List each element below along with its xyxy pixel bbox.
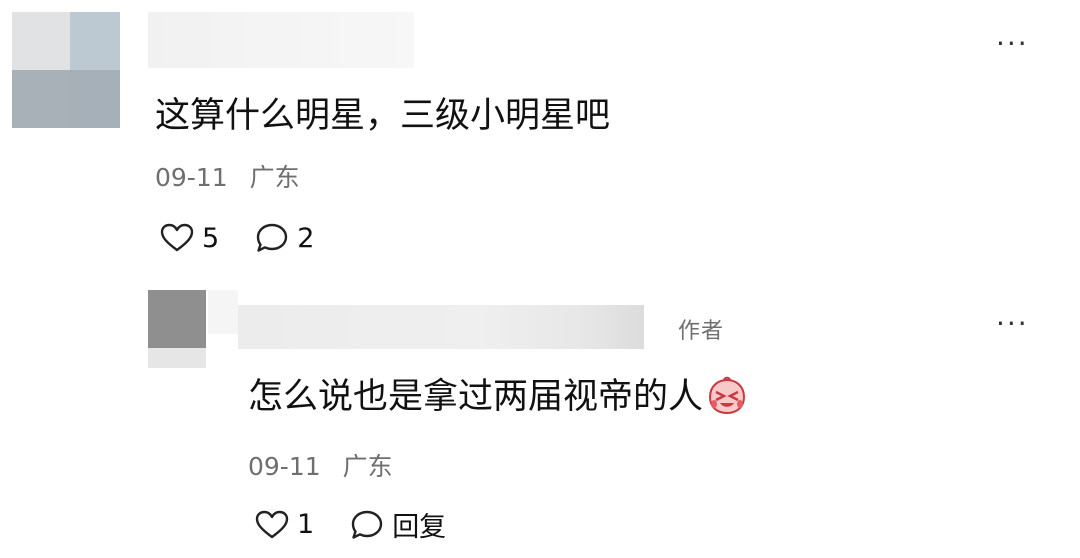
reply-text: 怎么说也是拿过两届视帝的人 xyxy=(248,377,704,417)
reply-date: 09-11 xyxy=(248,452,321,481)
reply-more-options-icon[interactable]: ··· xyxy=(996,310,1029,338)
avatar[interactable] xyxy=(12,12,120,128)
author-badge: 作者 xyxy=(678,319,725,344)
reply-meta: 09-11 广东 xyxy=(248,447,393,483)
comment-date: 09-11 xyxy=(155,163,228,192)
reply-count-button[interactable]: 2 xyxy=(255,222,314,254)
comment-location: 广东 xyxy=(249,163,300,192)
heart-icon xyxy=(255,510,289,538)
reply-location: 广东 xyxy=(342,452,393,481)
heart-icon xyxy=(160,223,194,252)
reply-like-count: 1 xyxy=(297,509,315,540)
laughing-tears-emoji-icon xyxy=(707,376,747,425)
comment-bubble-icon xyxy=(351,510,383,539)
reply-actions: 1 回复 xyxy=(255,505,482,544)
reply-avatar[interactable] xyxy=(148,290,206,368)
comment-thread: ··· 这算什么明星，三级小明星吧 09-11 广东 5 2 作者 ··· 怎么… xyxy=(0,0,1080,558)
like-count: 5 xyxy=(202,222,220,254)
comment-bubble-icon xyxy=(256,223,288,252)
like-button[interactable]: 5 xyxy=(160,223,219,254)
comment-actions: 5 2 xyxy=(160,222,350,254)
reply-button[interactable]: 回复 xyxy=(350,505,446,544)
reply-text-row: 怎么说也是拿过两届视帝的人 xyxy=(248,368,747,425)
username-blurred[interactable] xyxy=(148,12,414,68)
reply-count: 2 xyxy=(297,222,315,254)
comment-meta: 09-11 广东 xyxy=(155,158,300,194)
reply-button-label: 回复 xyxy=(392,512,447,543)
more-options-icon[interactable]: ··· xyxy=(996,30,1029,58)
comment-text: 这算什么明星，三级小明星吧 xyxy=(155,96,611,136)
reply-username-blurred-part xyxy=(208,290,238,334)
reply-like-button[interactable]: 1 xyxy=(255,509,314,540)
reply-username-blurred[interactable] xyxy=(238,305,644,349)
